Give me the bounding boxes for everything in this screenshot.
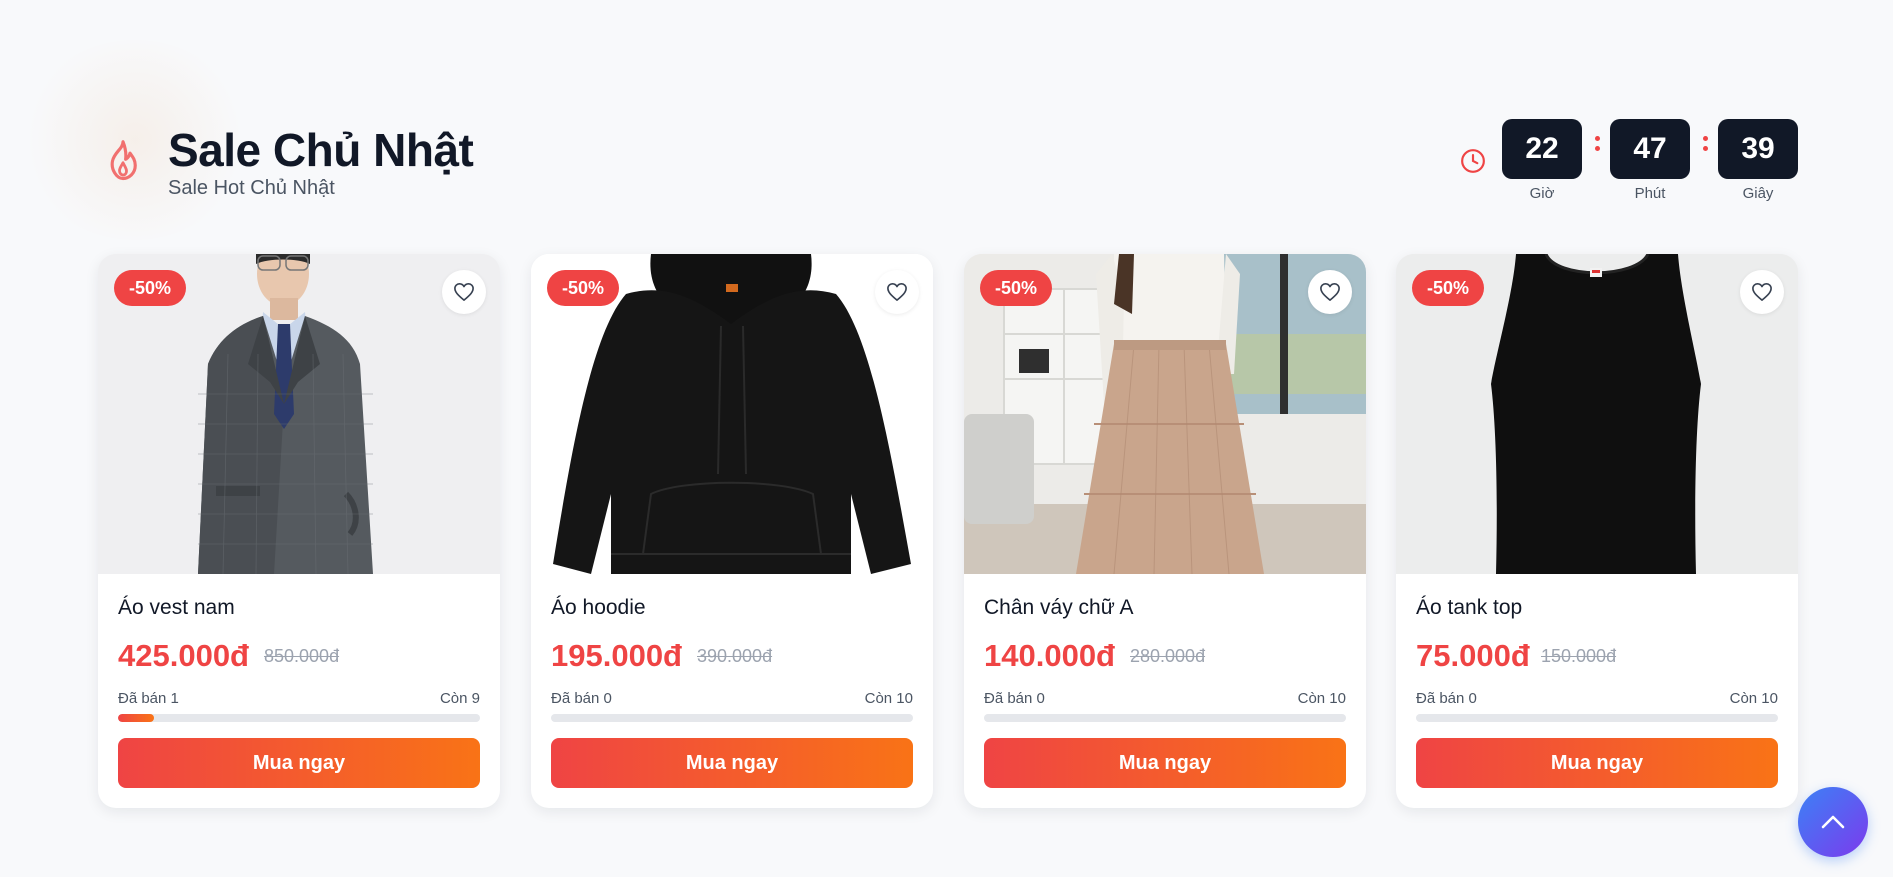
sold-progress-fill bbox=[118, 714, 155, 722]
wishlist-button[interactable] bbox=[442, 270, 486, 314]
sold-progress-bar bbox=[1416, 714, 1778, 722]
countdown-minutes-label: Phút bbox=[1634, 185, 1666, 202]
product-price: 140.000đ bbox=[984, 638, 1115, 673]
stock-remaining: Còn 10 bbox=[1729, 690, 1778, 707]
product-card[interactable]: -50% Chân váy chữ A 140.000đ 280.000đ Đã… bbox=[964, 254, 1366, 808]
product-card[interactable]: -50% Áo vest nam 425.000đ 850.000đ Đã bá… bbox=[98, 254, 500, 808]
buy-now-button[interactable]: Mua ngay bbox=[984, 738, 1346, 788]
stock-remaining: Còn 10 bbox=[864, 690, 913, 707]
clock-icon bbox=[1461, 149, 1485, 173]
chevron-up-icon bbox=[1821, 815, 1845, 829]
sold-progress-bar bbox=[551, 714, 913, 722]
countdown-hours-label: Giờ bbox=[1529, 185, 1555, 202]
product-price: 75.000đ bbox=[1416, 638, 1530, 673]
product-name[interactable]: Chân váy chữ A bbox=[984, 596, 1133, 620]
buy-now-button[interactable]: Mua ngay bbox=[551, 738, 913, 788]
product-old-price: 390.000đ bbox=[697, 646, 773, 666]
stock-remaining: Còn 9 bbox=[439, 690, 480, 707]
buy-now-button[interactable]: Mua ngay bbox=[118, 738, 480, 788]
product-card[interactable]: -50% Áo hoodie 195.000đ 390.000đ Đã bán … bbox=[531, 254, 933, 808]
heart-icon bbox=[454, 283, 474, 301]
product-name[interactable]: Áo vest nam bbox=[118, 596, 235, 620]
discount-badge: -50% bbox=[547, 270, 620, 306]
product-old-price: 850.000đ bbox=[264, 646, 340, 666]
page-title: Sale Chủ Nhật bbox=[168, 124, 474, 176]
buy-now-button[interactable]: Mua ngay bbox=[1416, 738, 1778, 788]
sold-count: Đã bán 1 bbox=[118, 690, 179, 707]
heart-icon bbox=[1752, 283, 1772, 301]
discount-badge: -50% bbox=[114, 270, 187, 306]
countdown-seconds-label: Giây bbox=[1742, 185, 1774, 202]
wishlist-button[interactable] bbox=[1740, 270, 1784, 314]
product-name[interactable]: Áo hoodie bbox=[551, 596, 646, 620]
product-old-price: 150.000đ bbox=[1541, 646, 1617, 666]
product-price: 425.000đ bbox=[118, 638, 249, 673]
stock-remaining: Còn 10 bbox=[1297, 690, 1346, 707]
discount-badge: -50% bbox=[980, 270, 1053, 306]
product-old-price: 280.000đ bbox=[1130, 646, 1206, 666]
flash-sale-section: Sale Chủ Nhật Sale Hot Chủ Nhật 22 Giờ 4… bbox=[0, 0, 1893, 877]
heart-icon bbox=[887, 283, 907, 301]
wishlist-button[interactable] bbox=[875, 270, 919, 314]
product-price: 195.000đ bbox=[551, 638, 682, 673]
sold-count: Đã bán 0 bbox=[1416, 690, 1477, 707]
sold-progress-bar bbox=[984, 714, 1346, 722]
heart-icon bbox=[1320, 283, 1340, 301]
wishlist-button[interactable] bbox=[1308, 270, 1352, 314]
discount-badge: -50% bbox=[1412, 270, 1485, 306]
fire-icon bbox=[110, 140, 137, 181]
sold-count: Đã bán 0 bbox=[551, 690, 612, 707]
countdown-hours: 22 bbox=[1502, 119, 1582, 179]
countdown-seconds: 39 bbox=[1718, 119, 1798, 179]
countdown-minutes: 47 bbox=[1610, 119, 1690, 179]
product-card[interactable]: -50% Áo tank top 75.000đ 150.000đ Đã bán… bbox=[1396, 254, 1798, 808]
countdown-separator bbox=[1702, 134, 1708, 154]
scroll-to-top-button[interactable] bbox=[1798, 787, 1868, 857]
sold-count: Đã bán 0 bbox=[984, 690, 1045, 707]
product-name[interactable]: Áo tank top bbox=[1416, 596, 1522, 620]
sold-progress-bar bbox=[118, 714, 480, 722]
page-subtitle: Sale Hot Chủ Nhật bbox=[168, 177, 335, 199]
countdown-separator bbox=[1594, 134, 1600, 154]
